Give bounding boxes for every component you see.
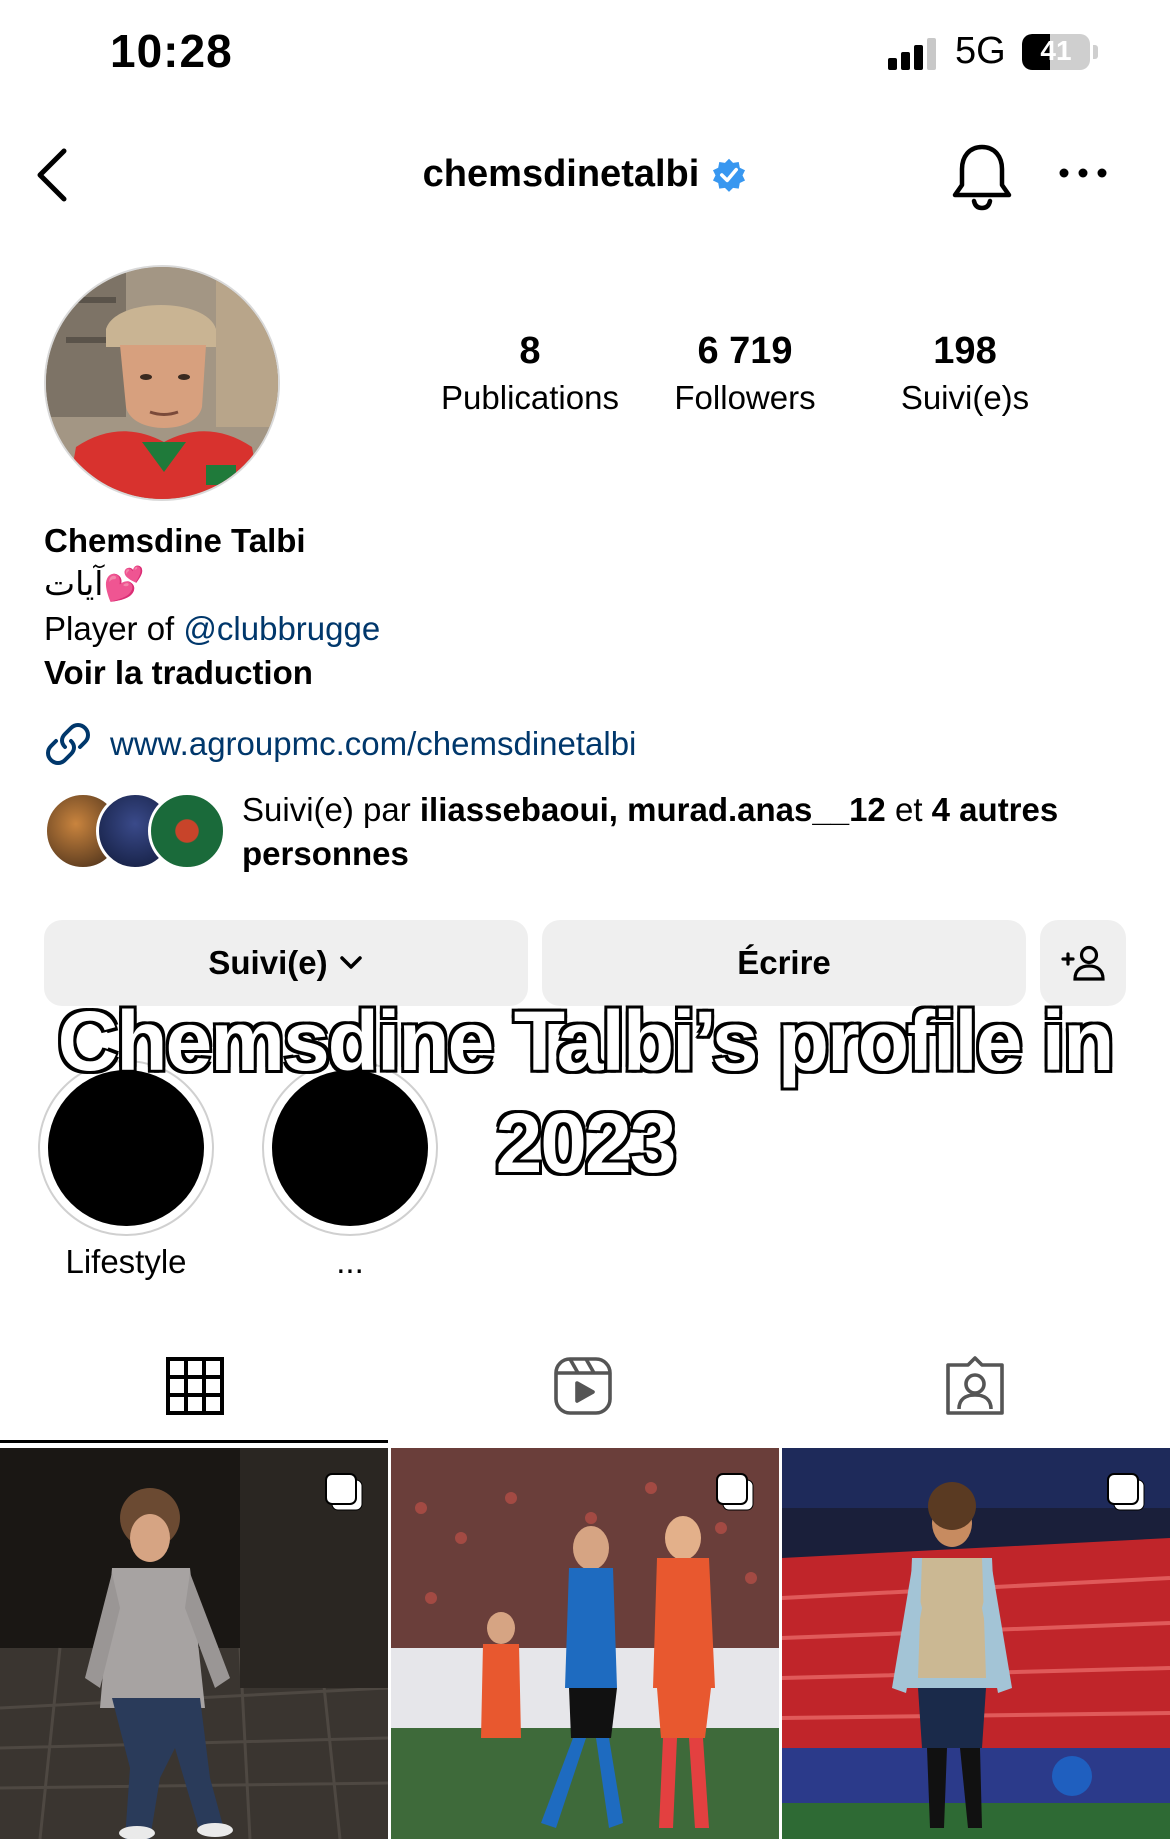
profile-name: Chemsdine Talbi <box>44 522 306 559</box>
video-caption-overlay: Chemsdine Talbi’s profile in 2023 <box>40 990 1130 1194</box>
stat-followers[interactable]: 6 719 Followers <box>650 330 840 417</box>
status-bar: 10:28 5G 41 <box>0 0 1170 105</box>
message-button-label: Écrire <box>737 944 831 981</box>
website-link[interactable]: www.agroupmc.com/chemsdinetalbi <box>110 725 636 763</box>
following-count: 198 <box>933 330 997 372</box>
translate-link[interactable]: Voir la traduction <box>44 654 313 692</box>
reels-icon[interactable] <box>552 1355 614 1417</box>
multiple-photos-icon <box>1107 1473 1145 1511</box>
multiple-photos-icon <box>716 1473 754 1511</box>
tagged-icon[interactable] <box>944 1355 1006 1417</box>
active-tab-indicator <box>0 1440 388 1443</box>
posts-count: 8 <box>519 330 541 372</box>
followed-by-text[interactable]: Suivi(e) par iliassebaoui, murad.anas__1… <box>242 788 1142 876</box>
stat-following[interactable]: 198 Suivi(e)s <box>870 330 1060 417</box>
battery-level: 41 <box>1040 35 1072 66</box>
followed-by-users: iliassebaoui, murad.anas__12 <box>419 791 886 828</box>
battery-tip <box>1093 45 1098 59</box>
followed-by-conj: et <box>885 791 932 828</box>
highlight-label-2: ... <box>336 1243 364 1280</box>
link-icon <box>46 723 90 765</box>
add-user-icon <box>1061 945 1105 981</box>
more-icon[interactable] <box>1058 163 1108 183</box>
bio-mention-link[interactable]: @clubbrugge <box>183 610 380 647</box>
post-tile-3[interactable] <box>782 1448 1170 1839</box>
caption-line-2: 2023 <box>494 1094 679 1192</box>
post-tile-1[interactable] <box>0 1448 388 1839</box>
followers-label: Followers <box>674 379 816 416</box>
header-username: chemsdinetalbi <box>422 153 700 195</box>
mutual-avatar-3 <box>148 792 226 870</box>
mutual-followers-avatars[interactable] <box>44 792 226 872</box>
caption-line-1: Chemsdine Talbi’s profile in <box>56 992 1117 1090</box>
status-time: 10:28 <box>110 25 233 77</box>
signal-icon <box>888 36 940 70</box>
profile-header: chemsdinetalbi <box>0 115 1170 235</box>
bio-line-1: آيات💕 <box>44 565 145 602</box>
chevron-down-icon <box>339 956 362 969</box>
posts-label: Publications <box>441 379 619 416</box>
bell-icon[interactable] <box>950 141 1014 211</box>
highlight-label-1: Lifestyle <box>65 1243 187 1280</box>
avatar-photo <box>46 267 278 499</box>
verified-badge-icon <box>713 158 746 192</box>
followed-by-prefix: Suivi(e) par <box>242 791 420 828</box>
grid-icon[interactable] <box>164 1355 226 1417</box>
network-type: 5G <box>955 30 1006 72</box>
multiple-photos-icon <box>325 1473 363 1511</box>
website-link-row[interactable]: www.agroupmc.com/chemsdinetalbi <box>44 720 636 768</box>
post-tile-2[interactable] <box>391 1448 779 1839</box>
following-label: Suivi(e)s <box>900 379 1030 416</box>
followers-count: 6 719 <box>697 330 793 372</box>
bio-prefix: Player of <box>44 610 184 647</box>
battery-icon: 41 <box>1022 34 1090 70</box>
profile-avatar[interactable] <box>44 265 280 501</box>
bio-line-2: Player of @clubbrugge <box>44 610 380 648</box>
stat-publications[interactable]: 8 Publications <box>430 330 630 417</box>
following-button-label: Suivi(e) <box>208 944 328 981</box>
